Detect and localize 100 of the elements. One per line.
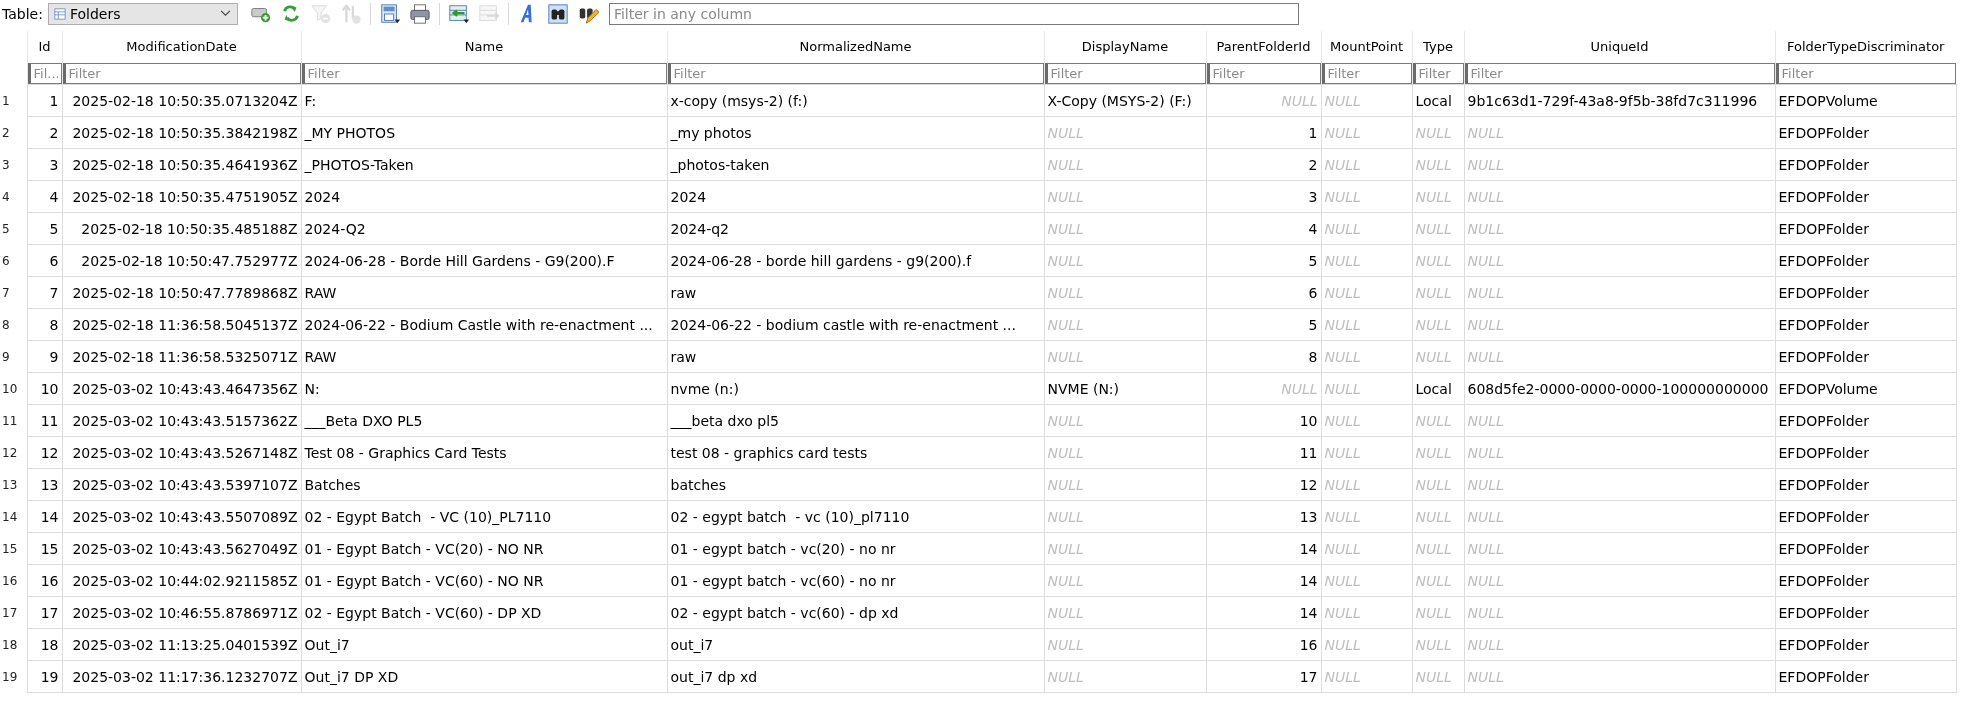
table-cell: 01 - egypt batch - vc(20) - no nr [667,532,1044,565]
table-cell: NULL [1321,244,1412,277]
table-cell: 6 [1206,276,1321,309]
column-header[interactable]: Id [27,31,62,62]
row-number[interactable]: 4 [0,180,27,213]
column-header[interactable]: ParentFolderId [1206,31,1321,62]
table-cell: 02 - egypt batch - vc(60) - dp xd [667,596,1044,629]
table-cell: EFDOPFolder [1775,116,1956,149]
table-cell: N: [301,372,667,405]
row-number[interactable]: 17 [0,596,27,629]
row-number[interactable]: 9 [0,340,27,373]
row-number[interactable]: 16 [0,564,27,597]
column-filter-field[interactable]: Filter [1206,62,1321,84]
table-cell: EFDOPFolder [1775,180,1956,213]
table-cell: EFDOPVolume [1775,372,1956,405]
funnel-icon [309,2,332,25]
column-header[interactable]: DisplayName [1044,31,1206,62]
column-header[interactable]: FolderTypeDiscriminator [1775,31,1956,62]
table-cell: NULL [1464,244,1775,277]
table-select[interactable]: Folders [47,2,238,25]
table-cell: 2024-06-22 - Bodium Castle with re-enactment ... [301,308,667,341]
row-number[interactable]: 7 [0,276,27,309]
table-cell: 4 [27,180,62,213]
table-cell: 4 [1206,212,1321,245]
column-filter-field[interactable]: Filter [1464,62,1775,84]
table-cell: NULL [1206,84,1321,117]
row-number[interactable]: 1 [0,84,27,117]
table-cell: NULL [1044,116,1206,149]
table-cell: NULL [1044,212,1206,245]
table-cell: NULL [1044,564,1206,597]
table-cell: 02 - Egypt Batch - VC(60) - DP XD [301,596,667,629]
column-filter-field[interactable]: Fil... [27,62,62,84]
column-filter-field[interactable]: Filter [1775,62,1956,84]
column-header[interactable]: Type [1412,31,1464,62]
table-cell: 2024-q2 [667,212,1044,245]
row-number[interactable]: 10 [0,372,27,405]
table-cell: 2025-02-18 10:50:47.7789868Z [62,276,301,309]
table-cell: NULL [1044,468,1206,501]
table-cell: 9b1c63d1-729f-43a8-9f5b-38fd7c311996 [1464,84,1775,117]
filter-field[interactable]: Filter in any column [608,2,1299,25]
table-cell: NULL [1321,276,1412,309]
table-cell: 7 [27,276,62,309]
column-filter-field[interactable]: Filter [301,62,667,84]
row-number[interactable]: 15 [0,532,27,565]
table-cell: 10 [27,372,62,405]
table-cell: NULL [1044,148,1206,181]
column-header[interactable]: NormalizedName [667,31,1044,62]
row-number[interactable]: 5 [0,212,27,245]
table-cell: 2024-06-28 - borde hill gardens - g9(200).f [667,244,1044,277]
table-cell: 3 [27,148,62,181]
row-number[interactable]: 12 [0,436,27,469]
table-cell: 2024 [301,180,667,213]
table-cell: NULL [1321,628,1412,661]
table-cell: test 08 - graphics card tests [667,436,1044,469]
row-number[interactable]: 19 [0,660,27,693]
table-cell: _my photos [667,116,1044,149]
table-cell: 11 [27,404,62,437]
column-filter-field[interactable]: Filter [62,62,301,84]
table-cell: NULL [1321,372,1412,405]
table-cell: 2025-03-02 10:46:55.8786971Z [62,596,301,629]
table-cell: NULL [1321,180,1412,213]
table-cell: 2025-02-18 10:50:35.0713204Z [62,84,301,117]
table-cell: NULL [1412,468,1464,501]
column-header[interactable]: Name [301,31,667,62]
column-header[interactable]: UniqueId [1464,31,1775,62]
table-cell: NULL [1321,500,1412,533]
table-icon [53,7,66,20]
table-cell: 2024-Q2 [301,212,667,245]
column-filter-field[interactable]: Filter [1412,62,1464,84]
table-cell: out_i7 dp xd [667,660,1044,693]
row-number[interactable]: 2 [0,116,27,149]
column-filter-field[interactable]: Filter [1321,62,1412,84]
row-number[interactable]: 14 [0,500,27,533]
table-cell: NULL [1412,596,1464,629]
row-number[interactable]: 13 [0,468,27,501]
table-cell: NULL [1321,84,1412,117]
column-filter-field[interactable]: Filter [667,62,1044,84]
table-cell: NULL [1206,372,1321,405]
table-cell: NULL [1464,436,1775,469]
column-filter-field[interactable]: Filter [1044,62,1206,84]
column-header[interactable]: MountPoint [1321,31,1412,62]
column-header[interactable]: ModificationDate [62,31,301,62]
row-number[interactable]: 8 [0,308,27,341]
table-cell: NULL [1464,148,1775,181]
table-cell: 2025-03-02 10:43:43.5627049Z [62,532,301,565]
table-cell: NULL [1464,596,1775,629]
row-number[interactable]: 18 [0,628,27,661]
table-cell: 5 [1206,308,1321,341]
table-cell: 1 [1206,116,1321,149]
row-number[interactable]: 3 [0,148,27,181]
table-cell: 2025-03-02 10:43:43.5267148Z [62,436,301,469]
table-cell: 01 - Egypt Batch - VC(60) - NO NR [301,564,667,597]
table-cell: 2025-02-18 10:50:47.752977Z [62,244,301,277]
table-cell: NULL [1412,404,1464,437]
table-cell: 2025-03-02 11:17:36.1232707Z [62,660,301,693]
row-number[interactable]: 11 [0,404,27,437]
table-cell: EFDOPFolder [1775,500,1956,533]
table-cell: 608d5fe2-0000-0000-0000-100000000000 [1464,372,1775,405]
table-cell: 01 - egypt batch - vc(60) - no nr [667,564,1044,597]
row-number[interactable]: 6 [0,244,27,277]
